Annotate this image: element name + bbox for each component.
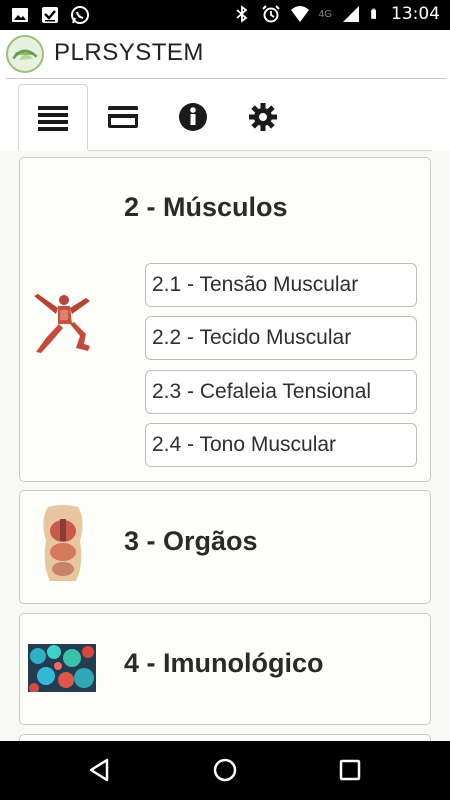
tab-card[interactable] (88, 84, 158, 150)
section-title: 4 - Imunológico (124, 648, 324, 678)
tab-info[interactable] (158, 84, 228, 150)
wifi-icon (290, 6, 309, 22)
status-bar: 4G 13:04 (0, 0, 450, 30)
sub-item-2-4[interactable]: 2.4 - Tono Muscular (145, 423, 417, 467)
muscle-figure-image (28, 286, 98, 356)
whatsapp-icon (71, 6, 89, 24)
organs-torso-image (40, 505, 86, 583)
back-icon[interactable] (85, 755, 115, 785)
system-nav-bar (0, 741, 450, 800)
app-logo (6, 35, 44, 73)
app-title: PLRSYSTEM (54, 39, 204, 66)
list-icon (38, 105, 68, 131)
section-card-musculos[interactable]: 2 - Músculos 2.1 - Tensão Muscular 2.2 -… (19, 157, 431, 482)
section-card-imunologico[interactable]: 4 - Imunológico (19, 613, 431, 725)
info-icon (179, 103, 207, 131)
battery-icon (371, 8, 376, 19)
recents-icon[interactable] (335, 755, 365, 785)
header-divider (6, 78, 446, 79)
main-content: 2 - Músculos 2.1 - Tensão Muscular 2.2 -… (0, 151, 450, 741)
section-title: 2 - Músculos (124, 192, 288, 222)
bluetooth-icon (236, 5, 248, 23)
home-icon[interactable] (210, 755, 240, 785)
section-title: 3 - Orgãos (124, 526, 258, 556)
card-icon (108, 106, 138, 128)
network-type: 4G (318, 8, 332, 20)
app-bar: PLRSYSTEM (0, 30, 450, 78)
sub-item-2-2[interactable]: 2.2 - Tecido Muscular (145, 316, 417, 360)
signal-icon (343, 6, 359, 22)
sub-item-2-1[interactable]: 2.1 - Tensão Muscular (145, 263, 417, 307)
section-card-orgaos[interactable]: 3 - Orgãos (19, 490, 431, 604)
download-done-icon (42, 7, 58, 23)
alarm-icon (261, 5, 280, 23)
tab-settings[interactable] (228, 84, 298, 150)
clock: 13:04 (391, 4, 440, 24)
tab-bar (18, 84, 432, 150)
immune-cells-image (28, 644, 96, 692)
image-icon (12, 8, 28, 22)
sub-item-2-3[interactable]: 2.3 - Cefaleia Tensional (145, 370, 417, 414)
gear-icon (249, 103, 277, 131)
tab-list[interactable] (18, 84, 88, 150)
section-card-next[interactable] (19, 734, 431, 741)
